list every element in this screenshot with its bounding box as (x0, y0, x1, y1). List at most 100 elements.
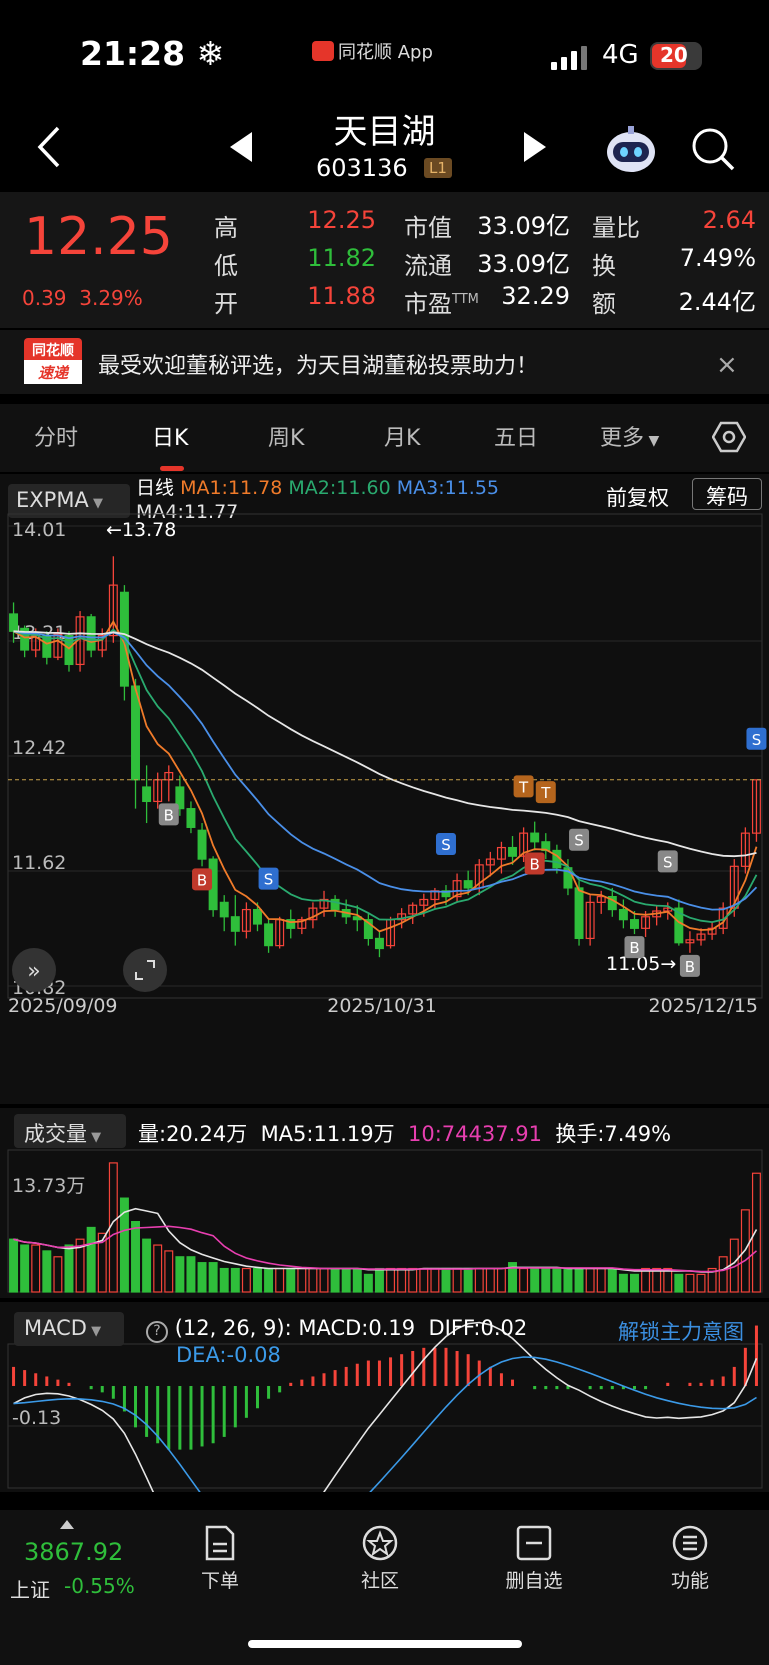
volume-bar (474, 1267, 484, 1293)
volume-bar (230, 1267, 240, 1293)
tab-five-day[interactable]: 五日 (494, 420, 538, 452)
caret-down-icon: ▼ (644, 433, 660, 449)
volume-bar (341, 1267, 351, 1293)
community-icon (362, 1525, 398, 1561)
volume-ratio-label: 量比 (592, 214, 640, 242)
volume-bar (286, 1267, 296, 1293)
volume-bar (674, 1273, 684, 1293)
high-value: 12.25 (307, 206, 376, 234)
y-tick-label: 14.01 (12, 519, 66, 541)
nav-remove-watchlist[interactable]: 删自选 (494, 1524, 574, 1593)
candle-body (530, 832, 540, 843)
volume-bar (253, 1267, 262, 1293)
signal-label: S (663, 853, 673, 871)
volume-bar (652, 1267, 662, 1293)
volume-bar (419, 1267, 429, 1293)
tab-monthly[interactable]: 月K (384, 420, 420, 452)
menu-icon (672, 1525, 708, 1561)
x-tick-label: 2025/10/31 (327, 995, 437, 1017)
next-stock-button[interactable] (520, 130, 550, 164)
volume-bar (319, 1267, 329, 1293)
caret-down-icon: ▼ (87, 1130, 102, 1145)
nav-community[interactable]: 社区 (340, 1524, 420, 1593)
open-value: 11.88 (307, 282, 376, 310)
volume-bar (530, 1267, 540, 1293)
volume-bar (596, 1267, 606, 1293)
dea-line (13, 1356, 757, 1492)
volume-ratio-value: 2.64 (702, 206, 756, 234)
volume-bar (308, 1267, 318, 1293)
volume-bar (441, 1267, 451, 1293)
candle-body (508, 846, 517, 857)
order-icon (205, 1525, 235, 1561)
volume-bar (363, 1273, 373, 1293)
volume-bar (330, 1267, 340, 1293)
volume-bar (20, 1244, 30, 1293)
caret-down-icon: ▼ (86, 1324, 102, 1339)
x-tick-label: 2025/09/09 (8, 995, 118, 1017)
volume-bar (618, 1273, 628, 1293)
search-icon[interactable] (690, 126, 736, 172)
volume-bar (397, 1267, 407, 1293)
volume-bar (297, 1267, 307, 1293)
candle-body (219, 901, 229, 918)
expand-arrow-icon[interactable] (60, 1520, 74, 1529)
volume-bar (563, 1267, 573, 1293)
y-tick-label: 12.42 (12, 737, 66, 759)
signal-label: B (530, 855, 540, 873)
signal-label: S (264, 871, 274, 889)
tab-weekly[interactable]: 周K (268, 420, 304, 452)
help-icon[interactable]: ? (146, 1321, 168, 1343)
open-label: 开 (214, 290, 238, 318)
nav-order[interactable]: 下单 (180, 1524, 260, 1593)
signal-label: B (164, 806, 174, 824)
volume-bar (219, 1267, 229, 1293)
volume-bar (164, 1250, 174, 1293)
volume-bar (685, 1273, 695, 1293)
signal-label: B (629, 939, 639, 957)
volume-bar (9, 1238, 19, 1293)
volume-bar (186, 1256, 196, 1293)
tab-minute[interactable]: 分时 (34, 420, 78, 452)
candle-body (186, 808, 196, 828)
tab-more[interactable]: 更多 ▼ (600, 420, 659, 452)
macd-indicator-select[interactable]: MACD ▼ (14, 1312, 124, 1346)
remove-icon (516, 1525, 552, 1561)
candle-body (630, 919, 639, 929)
volume-bar (241, 1267, 251, 1293)
tab-daily[interactable]: 日K (152, 420, 188, 452)
kline-chart[interactable]: 14.0113.2112.4211.6210.82←13.7811.05→202… (0, 474, 769, 1104)
candle-body (230, 916, 240, 932)
volume-bar (585, 1267, 595, 1293)
signal-label: S (752, 731, 762, 749)
volume-bar (153, 1244, 163, 1293)
candle-body (253, 908, 262, 925)
unlock-link[interactable]: 解锁主力意图 (618, 1316, 744, 1346)
ai-robot-icon[interactable] (604, 122, 658, 176)
volume-bar (574, 1267, 584, 1293)
candle-body (9, 613, 19, 632)
settings-icon[interactable] (712, 420, 746, 454)
signal-label: S (441, 836, 451, 854)
nav-functions[interactable]: 功能 (650, 1524, 730, 1593)
signal-label: S (574, 832, 584, 850)
volume-bar (463, 1267, 473, 1293)
high-marker: ←13.78 (106, 519, 176, 541)
index-change[interactable]: -0.55% (64, 1574, 135, 1598)
battery-icon: 20 (650, 42, 702, 70)
index-name[interactable]: 上证 (10, 1574, 50, 1603)
volume-bar (630, 1273, 639, 1293)
network-label: 4G (602, 40, 639, 70)
pe-value: 32.29 (501, 282, 570, 310)
volume-bar (64, 1244, 74, 1293)
level-badge: L1 (424, 158, 452, 178)
volume-bar (408, 1267, 418, 1293)
close-icon[interactable]: × (716, 350, 738, 380)
float-value: 33.09亿 (477, 250, 570, 278)
volume-bar (552, 1267, 562, 1293)
stock-code: 603136 (316, 154, 408, 182)
volume-bar (208, 1262, 218, 1293)
index-value[interactable]: 3867.92 (24, 1538, 123, 1566)
volume-indicator-select[interactable]: 成交量 ▼ (14, 1114, 126, 1148)
float-label: 流通 (404, 252, 452, 280)
